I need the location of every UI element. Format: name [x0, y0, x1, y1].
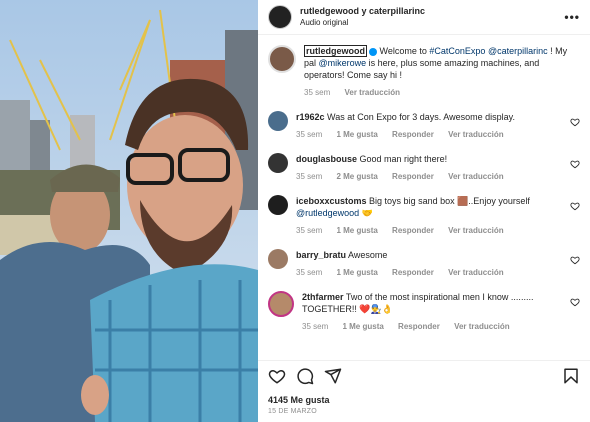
share-icon[interactable]	[324, 367, 342, 385]
comment-text: Big toys big sand box 🟫..Enjoy yourself	[369, 196, 530, 206]
comment-meta: 35 sem 1 Me gusta Responder Ver traducci…	[296, 225, 580, 237]
commenter-avatar[interactable]	[268, 291, 294, 317]
mention-caterpillarinc[interactable]: @caterpillarinc	[488, 46, 548, 56]
comment-meta: 35 sem 1 Me gusta Responder Ver traducci…	[302, 321, 580, 333]
caption-username[interactable]: rutledgewood	[304, 45, 367, 57]
comment-body: iceboxxcustoms Big toys big sand box 🟫..…	[296, 195, 580, 237]
heart-icon[interactable]	[570, 201, 580, 211]
likes-count[interactable]: 4145 Me gusta	[268, 395, 330, 405]
author-block: rutledgewood y caterpillarinc Audio orig…	[300, 5, 425, 29]
instagram-post: rutledgewood y caterpillarinc Audio orig…	[0, 0, 590, 422]
post-sidebar: rutledgewood y caterpillarinc Audio orig…	[258, 0, 590, 422]
comment-row: 2thfarmer Two of the most inspirational …	[268, 291, 580, 333]
heart-icon[interactable]	[570, 255, 580, 265]
reply-button[interactable]: Responder	[392, 268, 434, 277]
heart-icon[interactable]	[570, 159, 580, 169]
comment-username[interactable]: r1962c	[296, 112, 325, 122]
comment-body: 2thfarmer Two of the most inspirational …	[302, 291, 580, 333]
commenter-avatar[interactable]	[268, 111, 288, 131]
author-name[interactable]: rutledgewood y caterpillarinc	[300, 5, 425, 17]
reply-button[interactable]: Responder	[392, 130, 434, 139]
caption-time: 35 sem	[304, 88, 331, 97]
reply-button[interactable]: Responder	[392, 172, 434, 181]
like-heart-icon[interactable]	[268, 367, 286, 385]
comment-mention[interactable]: @rutledgewood	[296, 208, 359, 218]
verified-icon	[369, 47, 377, 56]
comment-time: 35 sem	[296, 268, 323, 277]
hashtag-link[interactable]: #CatConExpo	[429, 46, 485, 56]
comment-body: barry_bratu Awesome 35 sem 1 Me gusta Re…	[296, 249, 580, 279]
mention-mikerowe[interactable]: @mikerowe	[319, 58, 367, 68]
translate-link[interactable]: Ver traducción	[448, 268, 504, 277]
actions-divider	[258, 360, 590, 361]
comment-likes-link[interactable]: 2 Me gusta	[336, 172, 377, 181]
comment-username[interactable]: barry_bratu	[296, 250, 346, 260]
commenter-avatar[interactable]	[268, 153, 288, 173]
comment-likes-link[interactable]: 1 Me gusta	[342, 322, 383, 331]
reply-button[interactable]: Responder	[398, 322, 440, 331]
comment-time: 35 sem	[296, 130, 323, 139]
translate-link[interactable]: Ver traducción	[448, 172, 504, 181]
comment-time: 35 sem	[296, 226, 323, 235]
comment-row: iceboxxcustoms Big toys big sand box 🟫..…	[268, 195, 580, 237]
post-photo[interactable]	[0, 0, 258, 422]
comment-username[interactable]: iceboxxcustoms	[296, 196, 367, 206]
caption: rutledgewood Welcome to #CatConExpo @cat…	[268, 45, 580, 99]
commenter-avatar[interactable]	[268, 195, 288, 215]
selfie-photo	[0, 0, 258, 422]
commenter-avatar[interactable]	[268, 249, 288, 269]
caption-avatar[interactable]	[268, 45, 296, 73]
comment-time: 35 sem	[296, 172, 323, 181]
comment-row: douglasbouse Good man right there! 35 se…	[268, 153, 580, 183]
translate-link[interactable]: Ver traducción	[454, 322, 510, 331]
comment-icon[interactable]	[296, 367, 314, 385]
comments-list: rutledgewood Welcome to #CatConExpo @cat…	[258, 35, 590, 333]
translate-link[interactable]: Ver traducción	[448, 226, 504, 235]
caption-body: rutledgewood Welcome to #CatConExpo @cat…	[304, 45, 580, 99]
heart-icon[interactable]	[570, 297, 580, 307]
comment-text: Was at Con Expo for 3 days. Awesome disp…	[327, 112, 515, 122]
comment-row: r1962c Was at Con Expo for 3 days. Aweso…	[268, 111, 580, 141]
comment-body: r1962c Was at Con Expo for 3 days. Aweso…	[296, 111, 580, 141]
comment-body: douglasbouse Good man right there! 35 se…	[296, 153, 580, 183]
comment-text: Good man right there!	[359, 154, 448, 164]
comment-meta: 35 sem 1 Me gusta Responder Ver traducci…	[296, 129, 580, 141]
comment-emoji: 🤝	[361, 208, 373, 218]
post-date: 15 DE MARZO	[268, 408, 317, 415]
caption-translate-link[interactable]: Ver traducción	[344, 88, 400, 97]
comment-likes-link[interactable]: 1 Me gusta	[336, 268, 377, 277]
comment-time: 35 sem	[302, 322, 329, 331]
bookmark-icon[interactable]	[562, 367, 580, 385]
comment-likes-link[interactable]: 1 Me gusta	[336, 226, 377, 235]
comment-username[interactable]: 2thfarmer	[302, 292, 344, 302]
heart-icon[interactable]	[570, 117, 580, 127]
reply-button[interactable]: Responder	[392, 226, 434, 235]
caption-meta: 35 sem Ver traducción	[304, 87, 580, 99]
comment-meta: 35 sem 1 Me gusta Responder Ver traducci…	[296, 267, 580, 279]
author-avatar[interactable]	[268, 5, 292, 29]
audio-label[interactable]: Audio original	[300, 17, 425, 29]
comment-text: Awesome	[348, 250, 388, 260]
post-header: rutledgewood y caterpillarinc Audio orig…	[258, 0, 590, 35]
action-bar	[268, 366, 580, 386]
translate-link[interactable]: Ver traducción	[448, 130, 504, 139]
comment-meta: 35 sem 2 Me gusta Responder Ver traducci…	[296, 171, 580, 183]
comment-likes-link[interactable]: 1 Me gusta	[336, 130, 377, 139]
comment-row: barry_bratu Awesome 35 sem 1 Me gusta Re…	[268, 249, 580, 279]
comment-username[interactable]: douglasbouse	[296, 154, 357, 164]
caption-text-a: Welcome to	[379, 46, 430, 56]
more-icon[interactable]: •••	[564, 10, 580, 24]
